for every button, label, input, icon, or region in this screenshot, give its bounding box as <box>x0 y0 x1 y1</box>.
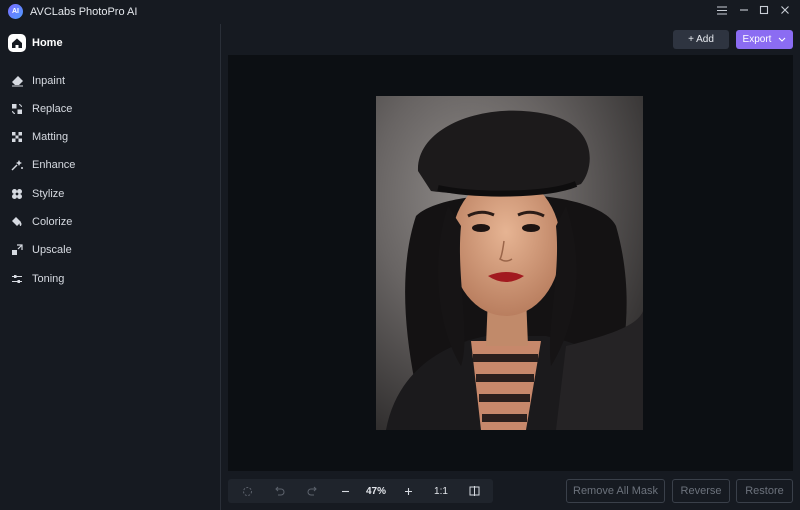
sidebar-item-label: Replace <box>32 103 73 115</box>
restore-button[interactable]: Restore <box>736 479 793 503</box>
sidebar-item-label: Toning <box>32 273 65 285</box>
minimize-icon[interactable] <box>736 4 752 20</box>
sidebar-item-inpaint[interactable]: Inpaint <box>10 72 65 90</box>
menu-icon[interactable] <box>714 4 730 20</box>
remove-all-mask-button[interactable]: Remove All Mask <box>566 479 665 503</box>
portrait-illustration <box>376 96 643 430</box>
sidebar-item-toning[interactable]: Toning <box>10 270 64 288</box>
sidebar-item-stylize[interactable]: Stylize <box>10 185 64 203</box>
app-title: AVCLabs PhotoPro AI <box>30 6 138 18</box>
upscale-icon <box>10 243 24 257</box>
sidebar-item-label: Enhance <box>32 159 76 171</box>
zoom-level: 47% <box>365 485 386 497</box>
redo-icon[interactable] <box>301 479 323 503</box>
export-label: Export <box>742 34 772 45</box>
sidebar-item-label: Stylize <box>32 188 65 200</box>
sidebar-item-label: Inpaint <box>32 75 66 87</box>
zoom-out-icon[interactable] <box>334 479 356 503</box>
sidebar: Home Inpaint Replace Matting Enhance Sty… <box>0 24 220 510</box>
zoom-in-icon[interactable] <box>397 479 419 503</box>
actual-size-button[interactable]: 1:1 <box>429 479 453 503</box>
home-icon <box>8 34 26 52</box>
undo-icon[interactable] <box>268 479 290 503</box>
reverse-button[interactable]: Reverse <box>672 479 730 503</box>
sidebar-item-enhance[interactable]: Enhance <box>10 156 75 174</box>
view-toolbar: 47% 1:1 <box>228 479 493 503</box>
image-canvas[interactable] <box>228 55 793 471</box>
stylize-icon <box>10 187 24 201</box>
eraser-icon <box>10 74 24 88</box>
reset-view-icon[interactable] <box>236 479 258 503</box>
sidebar-item-colorize[interactable]: Colorize <box>10 213 72 231</box>
title-bar: AI AVCLabs PhotoPro AI <box>0 0 800 24</box>
sidebar-item-label: Matting <box>32 131 69 143</box>
sidebar-item-home[interactable]: Home <box>8 32 63 54</box>
enhance-icon <box>10 158 24 172</box>
replace-icon <box>10 102 24 116</box>
sidebar-item-label: Colorize <box>32 216 73 228</box>
chevron-down-icon <box>779 37 786 42</box>
colorize-icon <box>10 215 24 229</box>
add-button[interactable]: + Add <box>673 30 729 49</box>
sidebar-item-matting[interactable]: Matting <box>10 128 68 146</box>
app-logo-icon: AI <box>8 4 23 19</box>
sidebar-item-label: Upscale <box>32 244 72 256</box>
sidebar-item-replace[interactable]: Replace <box>10 100 72 118</box>
sidebar-item-upscale[interactable]: Upscale <box>10 241 72 259</box>
sidebar-item-label: Home <box>32 37 63 49</box>
sidebar-divider <box>220 24 221 510</box>
export-button[interactable]: Export <box>736 30 793 49</box>
compare-icon[interactable] <box>463 479 485 503</box>
portrait-image <box>376 96 643 430</box>
app-logo-text: AI <box>12 8 19 15</box>
toning-icon <box>10 272 24 286</box>
maximize-icon[interactable] <box>756 4 772 20</box>
close-icon[interactable] <box>777 4 793 20</box>
matting-icon <box>10 130 24 144</box>
